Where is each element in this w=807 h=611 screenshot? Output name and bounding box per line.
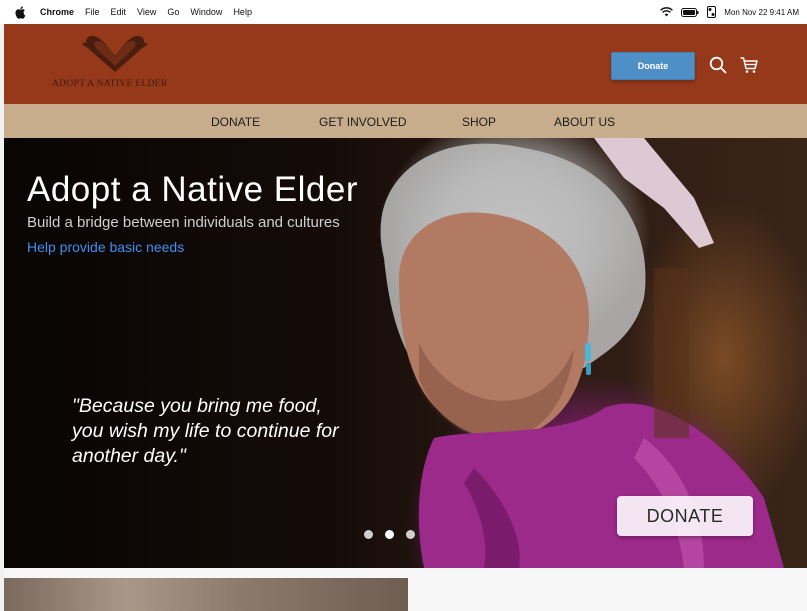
hero-subtitle: Build a bridge between individuals and c…	[27, 214, 340, 231]
site-brand-name[interactable]: ADOPT A NATIVE ELDER	[52, 79, 167, 89]
status-area: Mon Nov 22 9:41 AM	[660, 0, 799, 24]
web-page: ADOPT A NATIVE ELDER Donate DONATE GET I…	[4, 24, 807, 611]
header-donate-button[interactable]: Donate	[611, 52, 695, 80]
nav-about-us[interactable]: ABOUT US	[554, 104, 615, 138]
main-nav: DONATE GET INVOLVED SHOP ABOUT US	[4, 104, 807, 138]
carousel-dot-3[interactable]	[406, 530, 415, 539]
hero-donate-button[interactable]: DONATE	[617, 496, 753, 536]
hands-heart-logo[interactable]	[80, 32, 150, 76]
carousel-dot-2[interactable]	[385, 530, 394, 539]
wifi-icon[interactable]	[660, 7, 674, 17]
nav-shop[interactable]: SHOP	[462, 104, 496, 138]
hero-quote: "Because you bring me food, you wish my …	[72, 395, 339, 467]
menu-view[interactable]: View	[137, 7, 156, 17]
search-icon[interactable]	[709, 56, 727, 74]
menu-help[interactable]: Help	[233, 7, 252, 17]
cart-icon[interactable]	[739, 55, 759, 75]
hero-banner: Adopt a Native Elder Build a bridge betw…	[4, 138, 807, 568]
menu-file[interactable]: File	[85, 7, 100, 17]
menu-app-name[interactable]: Chrome	[40, 7, 74, 17]
carousel-indicators	[364, 530, 415, 539]
nav-get-involved[interactable]: GET INVOLVED	[319, 104, 407, 138]
hero-link[interactable]: Help provide basic needs	[27, 239, 184, 255]
menu-clock[interactable]: Mon Nov 22 9:41 AM	[724, 8, 799, 17]
apple-icon[interactable]	[14, 5, 28, 19]
menu-edit[interactable]: Edit	[111, 7, 127, 17]
battery-icon[interactable]	[681, 7, 699, 17]
carousel-dot-1[interactable]	[364, 530, 373, 539]
menu-go[interactable]: Go	[167, 7, 179, 17]
menu-window[interactable]: Window	[190, 7, 222, 17]
site-header: ADOPT A NATIVE ELDER Donate	[4, 24, 807, 104]
section-image	[4, 578, 408, 611]
content-preview	[4, 568, 807, 611]
control-center-icon[interactable]	[707, 6, 717, 18]
hero-title: Adopt a Native Elder	[27, 170, 359, 209]
nav-donate[interactable]: DONATE	[211, 104, 260, 138]
system-menu-bar: Chrome File Edit View Go Window Help Mon…	[0, 0, 807, 24]
